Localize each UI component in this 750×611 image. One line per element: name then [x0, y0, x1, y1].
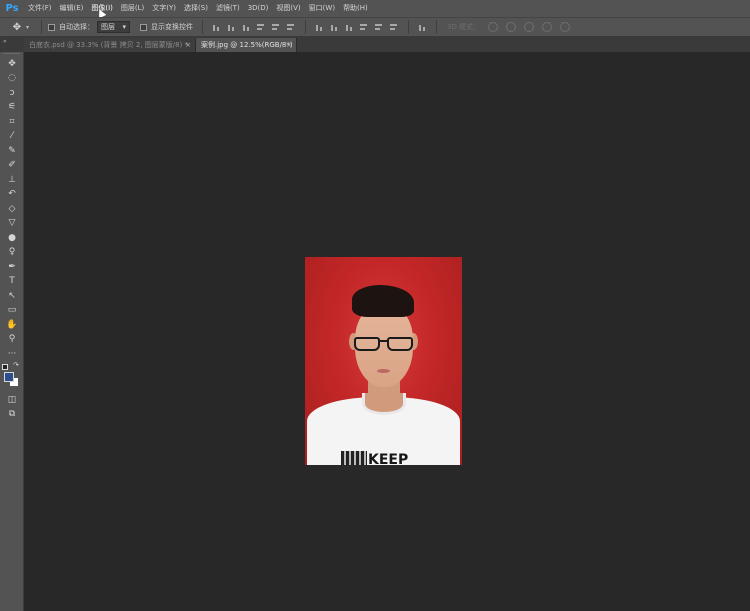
- menu-view[interactable]: 视图(V): [272, 0, 304, 17]
- menu-bar: Ps 文件(F) 编辑(E) 图像(I) 图层(L) 文字(Y) 选择(S) 滤…: [0, 0, 750, 17]
- 3d-pan-icon[interactable]: [524, 22, 535, 32]
- divider: [41, 20, 43, 34]
- show-transform-label: 显示变换控件: [151, 23, 194, 31]
- rectangle-tool-icon[interactable]: ▭: [3, 303, 21, 317]
- foreground-color-swatch[interactable]: [4, 372, 14, 382]
- menu-3d[interactable]: 3D(D): [244, 0, 273, 17]
- collapse-panel-icon[interactable]: »: [3, 38, 7, 45]
- clone-stamp-tool-icon[interactable]: ⊥: [3, 173, 21, 187]
- toolbox-grip[interactable]: [3, 53, 20, 56]
- auto-align-icon[interactable]: [418, 23, 427, 32]
- distribute-hcenter-icon[interactable]: [375, 23, 384, 32]
- auto-select-label: 自动选择：: [59, 23, 95, 31]
- tab-document-1[interactable]: 白底衣.psd @ 33.3% (背景 拷贝 2, 图层蒙版/8) * ×: [24, 38, 196, 52]
- align-left-icon[interactable]: [257, 23, 266, 32]
- crop-tool-icon[interactable]: ⌗: [3, 115, 21, 129]
- show-transform-checkbox[interactable]: [140, 23, 148, 31]
- 3d-rotate-icon[interactable]: [488, 22, 499, 32]
- menu-help[interactable]: 帮助(H): [339, 0, 372, 17]
- 3d-roll-icon[interactable]: [506, 22, 517, 32]
- distribute-bottom-icon[interactable]: [345, 23, 354, 32]
- eyedropper-tool-icon[interactable]: ⁄: [3, 129, 21, 143]
- paint-bucket-tool-icon[interactable]: ▽: [3, 216, 21, 230]
- glasses-lens: [354, 337, 380, 351]
- align-buttons: [209, 20, 430, 34]
- history-brush-tool-icon[interactable]: ↶: [3, 187, 21, 201]
- lasso-tool-icon[interactable]: ↄ: [3, 86, 21, 100]
- 3d-slide-icon[interactable]: [542, 22, 553, 32]
- screen-mode-icon[interactable]: ⧉: [3, 407, 21, 421]
- 3d-mode-label: 3D 模式：: [447, 23, 481, 31]
- tab-document-2[interactable]: 案例.jpg @ 12.5%(RGB/8*) ×: [196, 38, 297, 52]
- distribute-left-icon[interactable]: [360, 23, 369, 32]
- healing-brush-tool-icon[interactable]: ✎: [3, 144, 21, 158]
- align-bottom-icon[interactable]: [242, 23, 251, 32]
- align-top-icon[interactable]: [212, 23, 221, 32]
- auto-select-dropdown[interactable]: 图层 ▾: [97, 21, 131, 33]
- menu-edit[interactable]: 编辑(E): [56, 0, 88, 17]
- document-tab-bar: 白底衣.psd @ 33.3% (背景 拷贝 2, 图层蒙版/8) * × 案例…: [0, 37, 750, 52]
- distribute-top-icon[interactable]: [315, 23, 324, 32]
- menu-type[interactable]: 文字(Y): [148, 0, 180, 17]
- zoom-tool-icon[interactable]: ⚲: [3, 332, 21, 346]
- close-icon[interactable]: ×: [185, 38, 191, 52]
- photo-hair: [352, 285, 414, 317]
- type-tool-icon[interactable]: T: [3, 274, 21, 288]
- pen-tool-icon[interactable]: ✒: [3, 260, 21, 274]
- canvas-area[interactable]: KEEP: [25, 52, 750, 611]
- divider: [436, 20, 438, 34]
- distribute-vcenter-icon[interactable]: [330, 23, 339, 32]
- document-image[interactable]: KEEP: [305, 257, 462, 465]
- brush-tool-icon[interactable]: ✐: [3, 158, 21, 172]
- photo-collar: [362, 393, 406, 415]
- move-icon[interactable]: ✥: [10, 20, 24, 34]
- dodge-tool-icon[interactable]: ♀: [3, 245, 21, 259]
- path-select-tool-icon[interactable]: ↖: [3, 289, 21, 303]
- chevron-down-icon[interactable]: ▾: [26, 24, 29, 31]
- marquee-tool-icon[interactable]: ◌: [3, 71, 21, 85]
- toolbox: ✥ ◌ ↄ ⚟ ⌗ ⁄ ✎ ✐ ⊥ ↶ ◇ ▽ ● ♀ ✒ T ↖ ▭ ✋ ⚲ …: [0, 52, 24, 611]
- quick-select-tool-icon[interactable]: ⚟: [3, 100, 21, 114]
- divider: [202, 20, 204, 34]
- close-icon[interactable]: ×: [286, 38, 292, 52]
- auto-select-checkbox[interactable]: [48, 23, 56, 31]
- tab-title: 案例.jpg @ 12.5%(RGB/8*): [201, 41, 293, 49]
- divider: [305, 20, 307, 34]
- color-swatches: [4, 372, 20, 388]
- menu-select[interactable]: 选择(S): [180, 0, 212, 17]
- eraser-tool-icon[interactable]: ◇: [3, 202, 21, 216]
- shirt-print-text: KEEP: [368, 452, 409, 465]
- menu-layer[interactable]: 图层(L): [117, 0, 148, 17]
- shirt-print-graphic: [341, 451, 367, 465]
- auto-select-value: 图层: [101, 23, 116, 31]
- menu-filter[interactable]: 滤镜(T): [212, 0, 244, 17]
- blur-tool-icon[interactable]: ●: [3, 231, 21, 245]
- chevron-down-icon: ▾: [122, 23, 127, 31]
- photo-lips: [377, 369, 390, 373]
- menu-window[interactable]: 窗口(W): [305, 0, 339, 17]
- align-right-icon[interactable]: [287, 23, 296, 32]
- divider: [408, 20, 410, 34]
- hand-tool-icon[interactable]: ✋: [3, 318, 21, 332]
- default-colors-icon[interactable]: [2, 364, 8, 370]
- distribute-right-icon[interactable]: [390, 23, 399, 32]
- swap-colors-icon[interactable]: ↷: [13, 361, 19, 369]
- tab-title: 白底衣.psd @ 33.3% (背景 拷贝 2, 图层蒙版/8) *: [29, 41, 189, 49]
- photoshop-logo: Ps: [5, 3, 19, 14]
- align-vcenter-icon[interactable]: [227, 23, 236, 32]
- more-tools-icon[interactable]: ···: [3, 347, 21, 361]
- menu-file[interactable]: 文件(F): [24, 0, 56, 17]
- move-tool-icon[interactable]: ✥: [3, 57, 21, 71]
- glasses-lens: [387, 337, 413, 351]
- align-hcenter-icon[interactable]: [272, 23, 281, 32]
- 3d-scale-icon[interactable]: [560, 22, 571, 32]
- quick-mask-icon[interactable]: ◫: [3, 393, 21, 407]
- options-bar: ✥ ▾ 自动选择： 图层 ▾ 显示变换控件 3D 模式：: [0, 17, 750, 37]
- photo-glasses: [354, 337, 414, 352]
